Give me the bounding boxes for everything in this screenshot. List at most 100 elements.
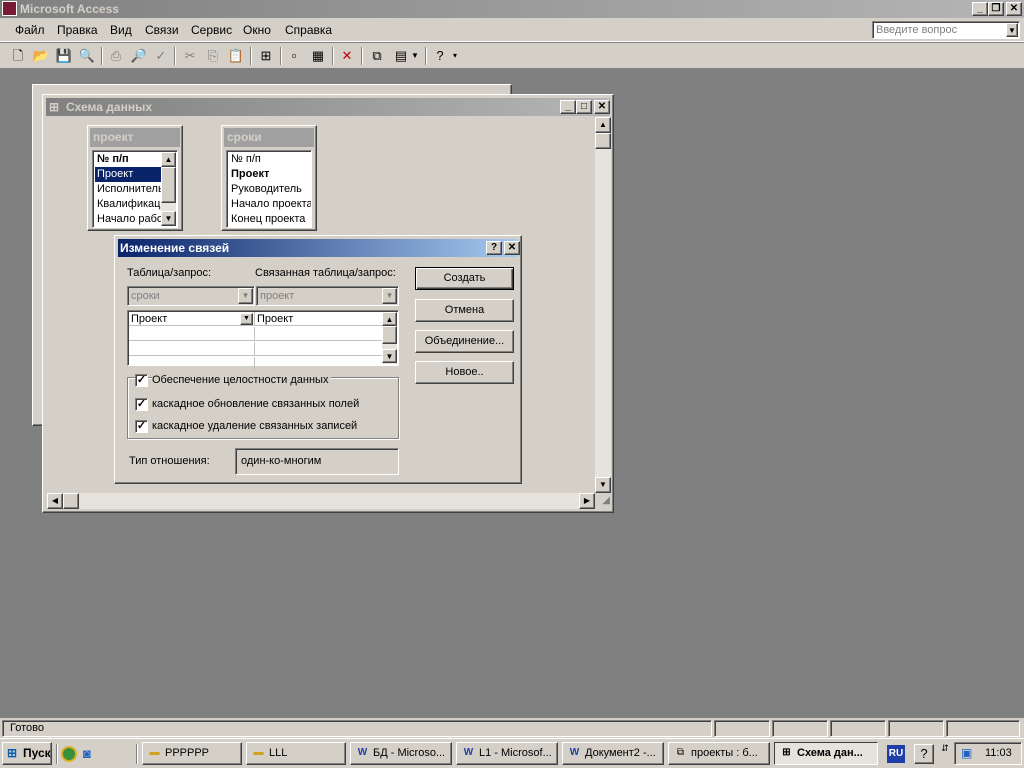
restore-button[interactable]: ❐ (988, 2, 1004, 16)
cascade-delete-checkbox[interactable]: ✓ (135, 420, 148, 433)
grid-cell-right[interactable]: Проект (255, 312, 382, 326)
vertical-scrollbar[interactable]: ▲ ▼ (595, 117, 611, 493)
database-window-icon[interactable]: ⧉ (368, 47, 386, 65)
resize-grip-icon[interactable]: ◢ (596, 495, 610, 509)
copy-icon[interactable]: ⎘ (204, 47, 222, 65)
chevron-down-icon[interactable]: ▼ (238, 288, 253, 304)
close-button[interactable]: ✕ (1006, 2, 1022, 16)
menu-edit[interactable]: Правка (57, 23, 98, 37)
edit-relationships-dialog[interactable]: Изменение связей ? ✕ Таблица/запрос: Свя… (114, 235, 522, 484)
cascade-delete-label[interactable]: каскадное удаление связанных записей (152, 420, 357, 432)
minimize-button[interactable]: _ (560, 100, 576, 114)
app-title-bar[interactable]: Microsoft Access _ ❐ ✕ (0, 0, 1024, 18)
task-relationships[interactable]: ⊞ Схема дан... (774, 742, 878, 765)
field-item[interactable]: Начало проекта (229, 197, 311, 212)
chevron-down-icon[interactable]: ▼ (161, 211, 176, 226)
desktop-icon[interactable]: ◙ (83, 746, 99, 762)
cut-icon[interactable]: ✂ (181, 47, 199, 65)
delete-icon[interactable]: ✕ (338, 47, 356, 65)
menu-relationships[interactable]: Связи (145, 23, 179, 37)
horizontal-scrollbar[interactable]: ◀ ▶ (47, 493, 595, 509)
show-table-icon[interactable]: ⊞ (257, 47, 275, 65)
task-word-doc2[interactable]: W Документ2 -... (562, 742, 664, 765)
task-folder-lll[interactable]: ▬ LLL (246, 742, 346, 765)
start-button[interactable]: ⊞ Пуск (2, 742, 52, 765)
close-button[interactable]: ✕ (594, 100, 610, 114)
cancel-button[interactable]: Отмена (415, 299, 514, 322)
field-item[interactable]: Проект (95, 167, 163, 182)
maximize-button[interactable]: □ (576, 100, 592, 114)
scroll-thumb[interactable] (595, 133, 611, 149)
minimize-button[interactable]: _ (972, 2, 988, 16)
help-button[interactable]: ? (486, 241, 502, 255)
chevron-down-icon[interactable]: ▼ (410, 47, 420, 65)
grid-cell-left[interactable] (129, 342, 255, 356)
save-icon[interactable]: 💾 (55, 47, 73, 65)
create-button[interactable]: Создать (415, 267, 514, 290)
field-item[interactable]: Руководитель (229, 182, 302, 197)
task-access-db[interactable]: ⧉ проекты : б... (668, 742, 770, 765)
language-indicator[interactable]: RU (887, 745, 905, 763)
table-title[interactable]: проект (90, 128, 180, 147)
chevron-down-icon[interactable]: ▼ (382, 349, 397, 363)
field-item[interactable]: Проект (229, 167, 269, 182)
grid-cell-right[interactable] (255, 342, 382, 356)
field-list[interactable]: № п/п Проект Руководитель Начало проекта… (226, 150, 312, 228)
show-all-icon[interactable]: ▦ (309, 47, 327, 65)
grid-scrollbar[interactable]: ▲ ▼ (382, 312, 397, 364)
cascade-update-label[interactable]: каскадное обновление связанных полей (152, 398, 359, 410)
grid-cell-left[interactable] (129, 327, 255, 341)
scroll-thumb[interactable] (382, 326, 397, 344)
chevron-right-icon[interactable]: ▶ (579, 493, 595, 509)
spelling-icon[interactable]: ✓ (152, 47, 170, 65)
field-list-scrollbar[interactable]: ▲ ▼ (161, 152, 176, 226)
browser-icon[interactable] (61, 746, 77, 762)
print-icon[interactable]: ⎙ (107, 47, 125, 65)
related-table-select[interactable]: проект ▼ (256, 286, 399, 306)
cascade-update-checkbox[interactable]: ✓ (135, 398, 148, 411)
access-key-icon[interactable] (2, 1, 17, 16)
field-item[interactable]: № п/п (95, 152, 129, 167)
menu-help[interactable]: Справка (285, 23, 332, 37)
grid-cell-left[interactable]: Проект ▼ (129, 312, 255, 326)
chevron-up-icon[interactable]: ▲ (382, 312, 397, 326)
grid-cell-right[interactable] (255, 327, 382, 341)
chevron-down-icon[interactable]: ▼ (595, 477, 611, 493)
close-button[interactable]: ✕ (504, 241, 520, 255)
menu-tools[interactable]: Сервис (191, 23, 232, 37)
chevron-up-icon[interactable]: ▲ (595, 117, 611, 133)
new-object-icon[interactable]: ▤ (392, 47, 410, 65)
table-box-project[interactable]: проект № п/п Проект Исполнитель Квалифик… (87, 125, 183, 231)
clock[interactable]: 11:03 (985, 747, 1012, 759)
new-icon[interactable]: 🗋 (9, 47, 27, 65)
task-word-db[interactable]: W БД - Microso... (350, 742, 452, 765)
join-type-button[interactable]: Объединение... (415, 330, 514, 353)
relationships-title-bar[interactable]: ⊞ Схема данных _ □ ✕ (46, 98, 610, 116)
chevron-down-icon[interactable]: ▼ (240, 313, 253, 325)
field-item[interactable]: Конец проекта (229, 212, 305, 227)
chevron-left-icon[interactable]: ◀ (47, 493, 63, 509)
table-box-terms[interactable]: сроки № п/п Проект Руководитель Начало п… (221, 125, 317, 231)
new-button[interactable]: Новое.. (415, 361, 514, 384)
search-icon[interactable]: 🔍 (78, 47, 96, 65)
field-item[interactable]: Исполнитель (95, 182, 164, 197)
task-folder-pppppp[interactable]: ▬ PPPPPP (142, 742, 242, 765)
show-direct-icon[interactable]: ▫ (285, 47, 303, 65)
menu-window[interactable]: Окно (243, 23, 271, 37)
menu-file[interactable]: Файл (15, 23, 45, 37)
open-icon[interactable]: 📂 (32, 47, 50, 65)
task-word-l1[interactable]: W L1 - Microsof... (456, 742, 558, 765)
input-switch-icon[interactable]: ⇵ (940, 743, 950, 765)
chevron-up-icon[interactable]: ▲ (161, 152, 176, 167)
paste-icon[interactable]: 📋 (227, 47, 245, 65)
field-item[interactable]: Начало работ (95, 212, 168, 227)
help-icon[interactable]: ? (914, 744, 934, 764)
chevron-down-icon[interactable]: ▼ (382, 288, 397, 304)
grid-cell-right[interactable] (255, 357, 382, 371)
menu-view[interactable]: Вид (110, 23, 132, 37)
integrity-label[interactable]: Обеспечение целостности данных (152, 374, 332, 386)
help-icon[interactable]: ? (431, 47, 449, 65)
field-mapping-grid[interactable]: Проект ▼ Проект ▲ ▼ (127, 310, 399, 371)
dialog-title-bar[interactable]: Изменение связей ? ✕ (118, 239, 520, 257)
chevron-down-icon[interactable]: ▾ (450, 47, 460, 65)
